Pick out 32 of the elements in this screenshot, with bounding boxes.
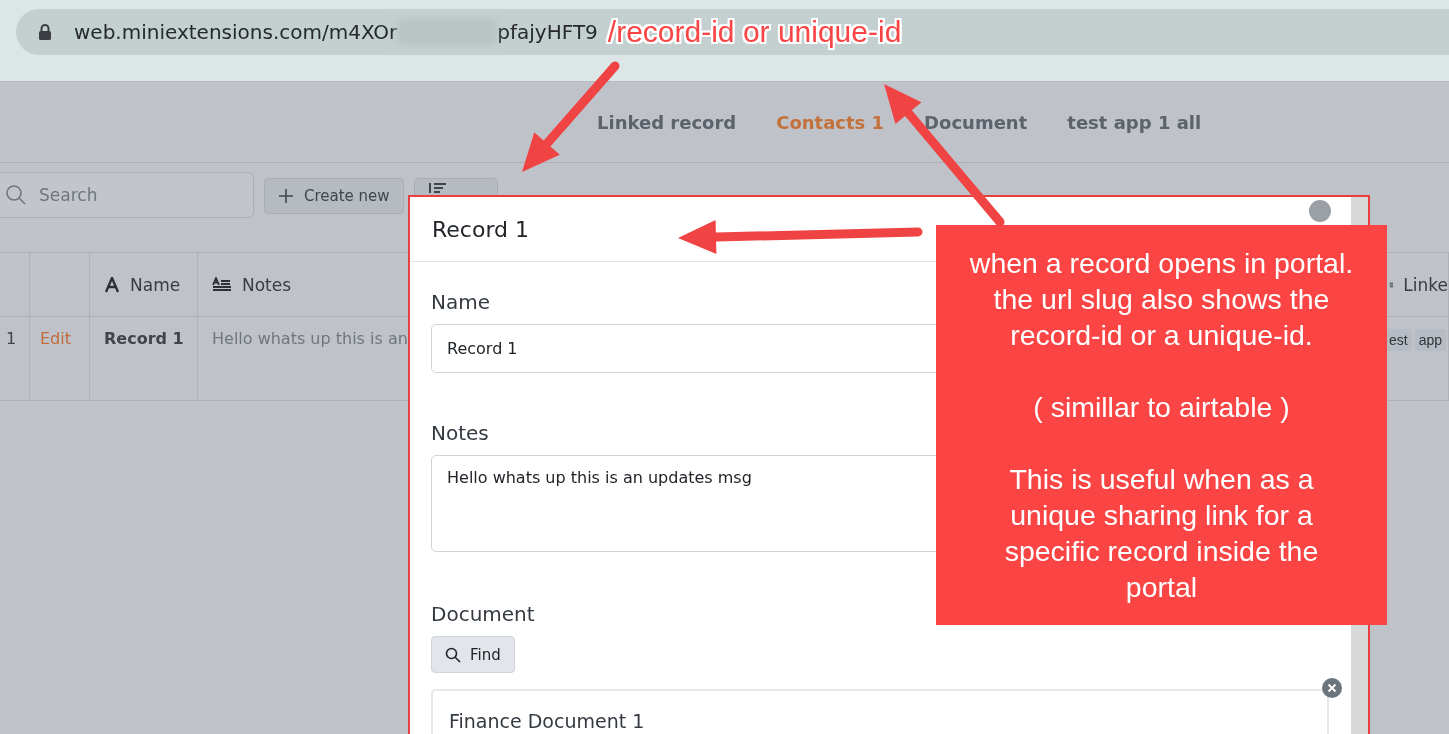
- row-number: 1: [0, 317, 30, 401]
- linked-record-tag: app: [1414, 329, 1447, 351]
- column-header: Linke: [1403, 274, 1448, 295]
- url-text: web.miniextensions.com/m4XOr: [74, 19, 398, 44]
- long-text-icon: [212, 276, 232, 293]
- nav-tab[interactable]: test app 1 all: [1067, 111, 1202, 133]
- search-icon: [445, 646, 461, 663]
- plus-icon: [278, 188, 294, 204]
- search-input[interactable]: Search: [37, 184, 221, 206]
- search-field[interactable]: Search: [0, 172, 254, 218]
- field-label: Document: [431, 602, 535, 626]
- column-header: Name: [130, 274, 181, 295]
- search-icon: [5, 184, 27, 206]
- address-bar[interactable]: web.miniextensions.com/m4XOr pfajyHFT9 /record-id or unique-id: [16, 8, 1449, 55]
- find-button[interactable]: Find: [431, 636, 515, 673]
- annotation-tooltip: when a record opens in portal. the url slug also shows the record-id or a unique-id. ( simillar to airtable ) This is useful when as a unique sharing link for a specific record inside the portal: [936, 225, 1387, 625]
- column-header: Notes: [242, 274, 292, 295]
- create-new-button[interactable]: Create new: [264, 178, 404, 214]
- nav-tab[interactable]: Document: [924, 111, 1028, 133]
- linked-record-card[interactable]: Finance Document 1: [431, 689, 1329, 734]
- modal-title: Record 1: [432, 216, 529, 242]
- nav-tab[interactable]: Linked record: [597, 111, 737, 133]
- letter-a-icon: [104, 276, 120, 293]
- annotation-label: /record-id or unique-id: [607, 14, 902, 49]
- table-cell: Record 1: [90, 317, 198, 401]
- linked-record-tag: est: [1385, 329, 1412, 351]
- lock-icon: [38, 22, 52, 41]
- field-label: Notes: [431, 421, 489, 445]
- remove-icon[interactable]: [1321, 677, 1343, 699]
- field-label: Name: [431, 290, 490, 314]
- url-text: pfajyHFT9: [497, 19, 598, 44]
- sort-icon: [427, 183, 446, 193]
